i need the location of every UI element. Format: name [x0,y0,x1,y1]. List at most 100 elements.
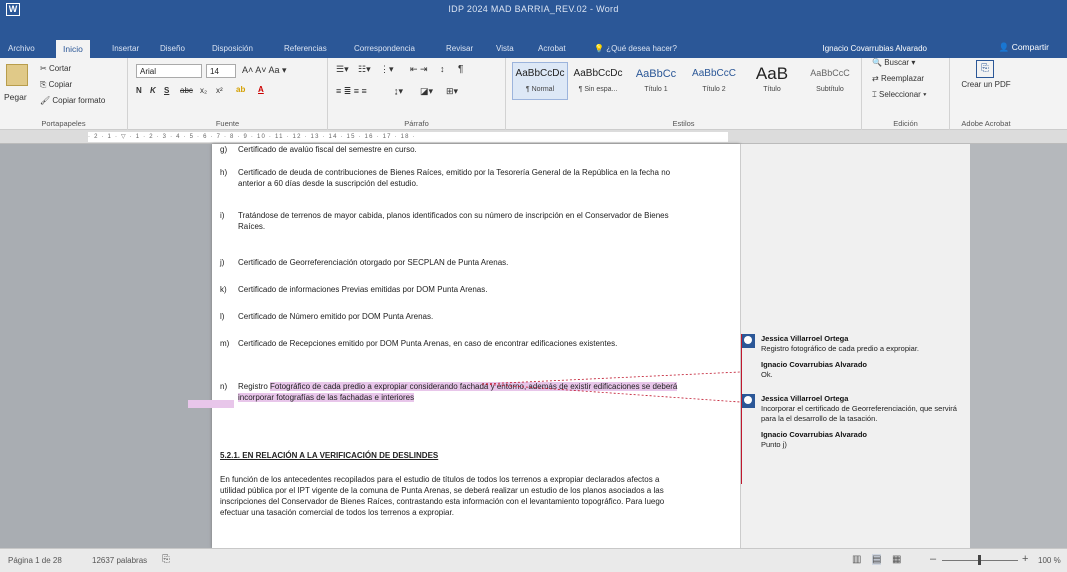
styles-group-label: Estilos [672,119,695,128]
font-group: Arial 14 A˄ A˅ Aa ▾ N K S abc x₂ x² ab A… [128,58,328,130]
ribbon-tabs: Archivo Inicio Insertar Diseño Disposici… [0,20,1067,58]
account-user[interactable]: Ignacio Covarrubias Alvarado [822,44,927,53]
ruler-scale: · 2 · 1 · ▽ · 1 · 2 · 3 · 4 · 5 · 6 · 7 … [88,132,728,142]
comment-text: Registro fotográfico de cada predio a ex… [761,344,920,353]
numbering-icon[interactable]: ☷▾ [358,64,371,75]
style-heading-1[interactable]: AaBbCc Título 1 [628,62,684,100]
print-layout-icon[interactable]: ▤ [872,554,882,565]
tab-home[interactable]: Inicio [56,40,90,58]
tell-me-search[interactable]: 💡 ¿Qué desea hacer? [594,44,677,53]
avatar [741,394,755,408]
cut-button[interactable]: ✂ Cortar [40,64,71,73]
avatar [741,334,755,348]
document-area: g) Certificado de avalúo fiscal del seme… [0,144,1067,548]
borders-icon[interactable]: ⊞▾ [446,86,458,97]
highlight-color-icon[interactable]: ab [236,85,245,94]
sort-icon[interactable]: ↕ [440,64,445,74]
zoom-in-button[interactable]: + [1022,553,1028,565]
word-count[interactable]: 12637 palabras [92,556,147,565]
bold-button[interactable]: N [136,86,142,95]
format-painter-button[interactable]: 🖌 Copiar formato [40,96,105,105]
replace-button[interactable]: ⇄ Reemplazar [872,74,924,83]
tab-insert[interactable]: Insertar [112,44,139,53]
copy-button[interactable]: ⎘ Copiar [40,80,72,90]
lightbulb-icon: 💡 [594,44,607,53]
share-button[interactable]: 👤 Compartir [999,42,1049,53]
multilevel-list-icon[interactable]: ⋮▾ [380,64,394,75]
underline-button[interactable]: S [164,86,169,95]
web-layout-icon[interactable]: ▦ [892,554,901,565]
comment-bracket-line [741,334,742,484]
clipboard-group-label: Portapapeles [41,119,86,128]
acrobat-group: ⎘ Crear un PDF Adobe Acrobat [950,58,1022,130]
style-subtitle[interactable]: AaBbCcC Subtítulo [802,62,858,100]
clipboard-group: Pegar ✂ Cortar ⎘ Copiar 🖌 Copiar formato… [0,58,128,130]
scissors-icon: ✂ [40,64,49,73]
read-mode-icon[interactable]: ▥ [852,554,861,565]
editing-group-label: Edición [893,119,918,128]
reply-author: Ignacio Covarrubias Alvarado [761,360,868,369]
horizontal-ruler[interactable]: · 2 · 1 · ▽ · 1 · 2 · 3 · 4 · 5 · 6 · 7 … [0,130,1067,144]
find-button[interactable]: 🔍 Buscar ▾ [872,58,915,67]
zoom-out-button[interactable]: – [930,553,936,565]
bullets-icon[interactable]: ☰▾ [336,64,349,75]
editing-group: 🔍 Buscar ▾ ⇄ Reemplazar ⌶ Seleccionar ▾ … [862,58,950,130]
create-pdf-button[interactable]: Crear un PDF [956,80,1016,90]
font-name-select[interactable]: Arial [136,64,202,78]
paragraph-group: ☰▾ ☷▾ ⋮▾ ⇤ ⇥ ↕ ¶ ≡ ≣ ≡ ≡ ↨▾ ◪▾ ⊞▾ Párraf… [328,58,506,130]
paragraph-group-label: Párrafo [404,119,429,128]
tab-file[interactable]: Archivo [8,44,35,53]
page-count[interactable]: Página 1 de 28 [8,556,62,565]
tab-mailings[interactable]: Correspondencia [354,44,415,53]
reply-text: Punto j) [761,440,787,449]
document-page[interactable]: g) Certificado de avalúo fiscal del seme… [188,144,741,548]
align-icons[interactable]: ≡ ≣ ≡ ≡ [336,86,367,97]
comment-connector-lines [481,371,741,403]
comment-thread-2[interactable]: Jessica Villarroel Ortega Incorporar el … [741,392,971,482]
font-size-select[interactable]: 14 [206,64,236,78]
tab-design[interactable]: Diseño [160,44,185,53]
select-button[interactable]: ⌶ Seleccionar ▾ [872,90,926,100]
font-group-label: Fuente [215,119,240,128]
comment-text: Incorporar el certificado de Georreferen… [761,404,957,423]
comment-author: Jessica Villarroel Ortega [761,334,849,343]
reply-text: Ok. [761,370,773,379]
tab-acrobat[interactable]: Acrobat [538,44,566,53]
grow-font-button[interactable]: A˄ A˅ Aa ▾ [242,65,287,76]
tab-view[interactable]: Vista [496,44,514,53]
brush-icon: 🖌 [40,96,53,105]
title-bar: W IDP 2024 MAD BARRIA_REV.02 - Word [0,0,1067,20]
italic-button[interactable]: K [150,86,156,95]
tab-references[interactable]: Referencias [284,44,327,53]
font-color-icon[interactable]: A [258,85,264,94]
create-pdf-icon: ⎘ [976,60,994,78]
copy-icon: ⎘ [40,80,49,89]
subscript-button[interactable]: x₂ [200,86,207,95]
cursor-icon: ⌶ [872,90,880,99]
search-icon: 🔍 [872,58,885,67]
strikethrough-button[interactable]: abc [180,86,193,95]
ribbon-home: Pegar ✂ Cortar ⎘ Copiar 🖌 Copiar formato… [0,58,1067,130]
style-heading-2[interactable]: AaBbCcC Título 2 [686,62,742,100]
zoom-slider-thumb[interactable] [978,555,981,565]
pilcrow-icon[interactable]: ¶ [458,64,463,75]
style-no-spacing[interactable]: AaBbCcDc ¶ Sin espa... [570,62,626,100]
indent-icon[interactable]: ⇤ ⇥ [410,64,428,75]
acrobat-group-label: Adobe Acrobat [961,119,1011,128]
comments-pane: Jessica Villarroel Ortega Registro fotog… [740,144,970,548]
comment-author: Jessica Villarroel Ortega [761,394,849,403]
background-overlay [970,144,1067,548]
reply-author: Ignacio Covarrubias Alvarado [761,430,868,439]
shading-icon[interactable]: ◪▾ [420,86,433,97]
section-heading: 5.2.1. EN RELACIÓN A LA VERIFICACIÓN DE … [220,451,439,460]
paste-button[interactable]: Pegar [4,92,27,102]
style-title[interactable]: AaB Título [744,62,800,100]
zoom-level[interactable]: 100 % [1038,556,1061,565]
line-spacing-icon[interactable]: ↨▾ [394,86,403,97]
tab-layout[interactable]: Disposición [212,44,253,53]
proofing-icon[interactable]: ⎘ [162,554,170,565]
superscript-button[interactable]: x² [216,86,223,95]
style-normal[interactable]: AaBbCcDc ¶ Normal [512,62,568,100]
tab-review[interactable]: Revisar [446,44,473,53]
paste-icon[interactable] [6,64,28,86]
